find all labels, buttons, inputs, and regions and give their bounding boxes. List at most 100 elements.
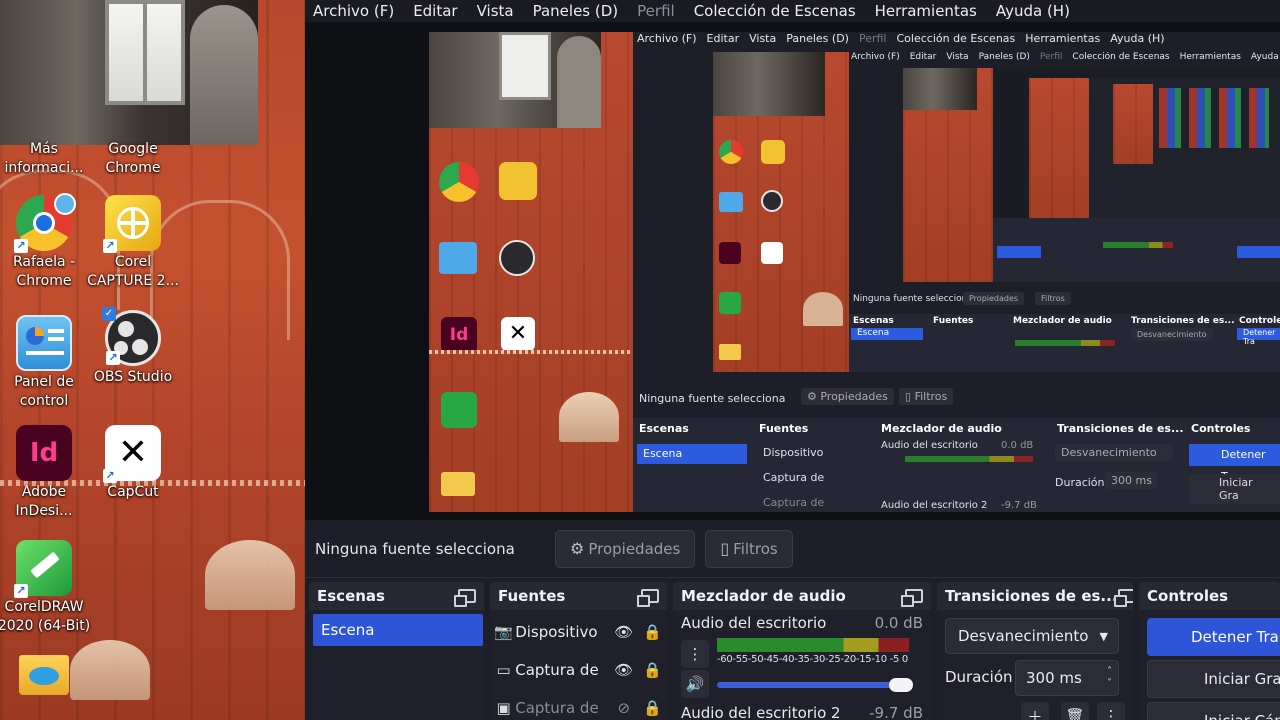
undock-icon[interactable] <box>454 589 476 607</box>
obs-preview-canvas[interactable]: Id ✕ Archivo (F) Editar Vista Paneles (D) Pe… <box>305 0 1280 520</box>
undock-icon[interactable] <box>901 589 923 607</box>
desktop-icon-corel-capture[interactable]: ↗ Corel CAPTURE 2... <box>85 195 181 291</box>
preview-audio2-db: -9.7 dB <box>1001 500 1037 511</box>
source-item[interactable]: 📷 Dispositivo 👁 🔒 <box>490 614 667 650</box>
preview-dock-title: Transiciones de es... <box>1057 422 1184 435</box>
desktop-icon-capcut[interactable]: ✕ ↗ CapCut <box>85 425 181 502</box>
preview-audio1: Audio del escritorio <box>881 440 978 451</box>
undock-icon[interactable] <box>637 589 659 607</box>
preview-level5-desktop <box>1113 84 1153 164</box>
capcut-icon: ✕ ↗ <box>103 425 161 483</box>
lock-icon[interactable]: 🔒 <box>638 661 667 679</box>
webcam-overlay <box>0 0 258 145</box>
sources-list: 📷 Dispositivo 👁 🔒 ▭ Captura de 👁 🔒 ▣ Cap… <box>490 610 667 720</box>
lock-icon[interactable]: 🔒 <box>638 623 667 641</box>
transition-selected: Desvanecimiento <box>958 627 1089 645</box>
preview-dock-title: Fuentes <box>759 422 809 435</box>
preview-filters-label: Filtros <box>914 390 948 403</box>
speaker-icon[interactable]: 🔊 <box>681 670 709 698</box>
duration-spinbox[interactable]: 300 ms ˄ ˅ <box>1015 660 1119 696</box>
desktop-icon-control-panel[interactable]: Panel de control <box>0 315 92 411</box>
menu-file[interactable]: Archivo (F) <box>313 2 394 20</box>
menu-edit[interactable]: Editar <box>413 2 457 20</box>
eye-hidden-icon[interactable]: ⊘ <box>609 699 638 717</box>
monitor-icon: ▭ <box>496 661 511 679</box>
source-name: Captura de <box>515 661 599 679</box>
add-transition-icon[interactable]: ＋ <box>1021 702 1049 720</box>
source-item[interactable]: ▭ Captura de 👁 🔒 <box>490 652 667 688</box>
desktop-icon-label: Google Chrome <box>105 141 161 176</box>
volume-slider-handle[interactable] <box>889 678 913 692</box>
properties-button[interactable]: ⚙ Propiedades <box>555 529 696 568</box>
menu-tools[interactable]: Herramientas <box>875 2 977 20</box>
preview-nested-props: Propiedades <box>963 292 1025 305</box>
sources-dock: Fuentes 📷 Dispositivo 👁 🔒 ▭ Captura de 👁… <box>490 582 667 720</box>
preview-source: Dispositivo <box>763 446 824 459</box>
desktop-icon-folder[interactable] <box>0 655 92 697</box>
duration-value: 300 ms <box>1026 669 1082 687</box>
desktop-icon-adobe-indesign[interactable]: Id Adobe InDesi... <box>0 425 92 521</box>
scenes-dock-header: Escenas <box>309 582 484 610</box>
more-options-icon[interactable]: ⋮ <box>1097 702 1125 720</box>
audio-channel-header: Audio del escritorio 2 -9.7 dB <box>681 704 923 720</box>
preview-scene-item: Escena <box>637 444 747 464</box>
shortcut-arrow-icon: ↗ <box>14 584 28 598</box>
webcam-person <box>190 5 258 145</box>
shortcut-arrow-icon: ↗ <box>103 469 117 483</box>
preview-nosrc: Ninguna fuente selecciona <box>639 392 786 405</box>
preview-dock-title: Controles <box>1191 422 1251 435</box>
lock-icon[interactable]: 🔒 <box>638 699 667 717</box>
menu-view[interactable]: Vista <box>477 2 514 20</box>
preview-source: Captura de <box>763 496 825 509</box>
spin-arrows-icon[interactable]: ˄ ˅ <box>1107 666 1112 690</box>
preview-nested-filters: Filtros <box>1035 292 1071 305</box>
eye-icon[interactable]: 👁 <box>609 623 638 641</box>
source-name: Captura de <box>515 699 599 717</box>
desktop-icon-obs-studio[interactable]: ✓ ↗ OBS Studio <box>85 307 181 387</box>
controls-dock-title: Controles <box>1147 587 1229 605</box>
preview-level3-obs <box>993 68 1280 282</box>
controls-body: Detener Tra Iniciar Gra Iniciar Cám <box>1139 610 1280 720</box>
audio-mixer-dock: Mezclador de audio Audio del escritorio … <box>673 582 931 720</box>
preview-level4-meter <box>1103 242 1173 248</box>
desktop-icon-label: Adobe InDesi... <box>15 484 73 519</box>
transition-select[interactable]: Desvanecimiento ▼ <box>945 618 1119 654</box>
menu-bar: Archivo (F) Editar Vista Paneles (D) Per… <box>305 0 1280 22</box>
audio-meter-scale: -60-55-50-45-40-35-30-25-20-15-10 -5 0 <box>717 654 908 665</box>
desktop-icon-label: CorelDRAW 2020 (64-Bit) <box>0 599 91 634</box>
start-recording-button[interactable]: Iniciar Gra <box>1147 660 1280 698</box>
menu-docks[interactable]: Paneles (D) <box>533 2 619 20</box>
desktop-icon-google-chrome[interactable]: Google Chrome <box>85 140 181 178</box>
filters-label: Filtros <box>733 539 778 558</box>
webcam-window <box>105 0 185 105</box>
audio-mixer-title: Mezclador de audio <box>681 587 846 605</box>
desktop-icon-rafaela-chrome[interactable]: ↗ Rafaela - Chrome <box>0 193 92 291</box>
menu-profile[interactable]: Perfil <box>637 2 675 20</box>
menu-scene-collection[interactable]: Colección de Escenas <box>694 2 856 20</box>
preview-record: Iniciar Gra <box>1189 474 1280 504</box>
menu-help[interactable]: Ayuda (H) <box>996 2 1070 20</box>
filters-button[interactable]: ▯ Filtros <box>705 529 793 568</box>
audio-channel-name: Audio del escritorio 2 <box>681 704 841 720</box>
sources-dock-title: Fuentes <box>498 587 566 605</box>
trash-icon[interactable]: 🗑 <box>1061 702 1089 720</box>
audio-menu-icon[interactable]: ⋮ <box>681 640 709 668</box>
preview-level4-desktop <box>1029 78 1089 218</box>
source-name: Dispositivo <box>515 623 598 641</box>
scene-item[interactable]: Escena <box>313 614 483 646</box>
volume-slider[interactable] <box>717 678 913 692</box>
preview-nested-obs: Archivo (F) Editar Vista Paneles (D) Perfil C… <box>849 52 1280 372</box>
undock-icon[interactable] <box>1113 589 1133 607</box>
start-virtual-camera-button[interactable]: Iniciar Cám <box>1147 702 1280 720</box>
eye-icon[interactable]: 👁 <box>609 661 638 679</box>
desktop-icon-more-info[interactable]: Más informaci... <box>0 140 92 178</box>
desktop-wallpaper: Más informaci... Google Chrome ↗ Rafaela… <box>0 0 305 720</box>
preview-audio2: Audio del escritorio 2 <box>881 500 988 511</box>
preview-nested-scene: Escena <box>851 328 923 340</box>
transitions-body: Desvanecimiento ▼ Duración 300 ms ˄ ˅ ＋ 🗑… <box>937 610 1133 720</box>
preview-nested-meter <box>1015 340 1115 346</box>
desktop-icon-coreldraw[interactable]: ↗ CorelDRAW 2020 (64-Bit) <box>0 540 92 636</box>
stop-streaming-button[interactable]: Detener Tra <box>1147 618 1280 656</box>
desktop-icon-label: CapCut <box>107 484 159 500</box>
source-item[interactable]: ▣ Captura de ⊘ 🔒 <box>490 690 667 720</box>
